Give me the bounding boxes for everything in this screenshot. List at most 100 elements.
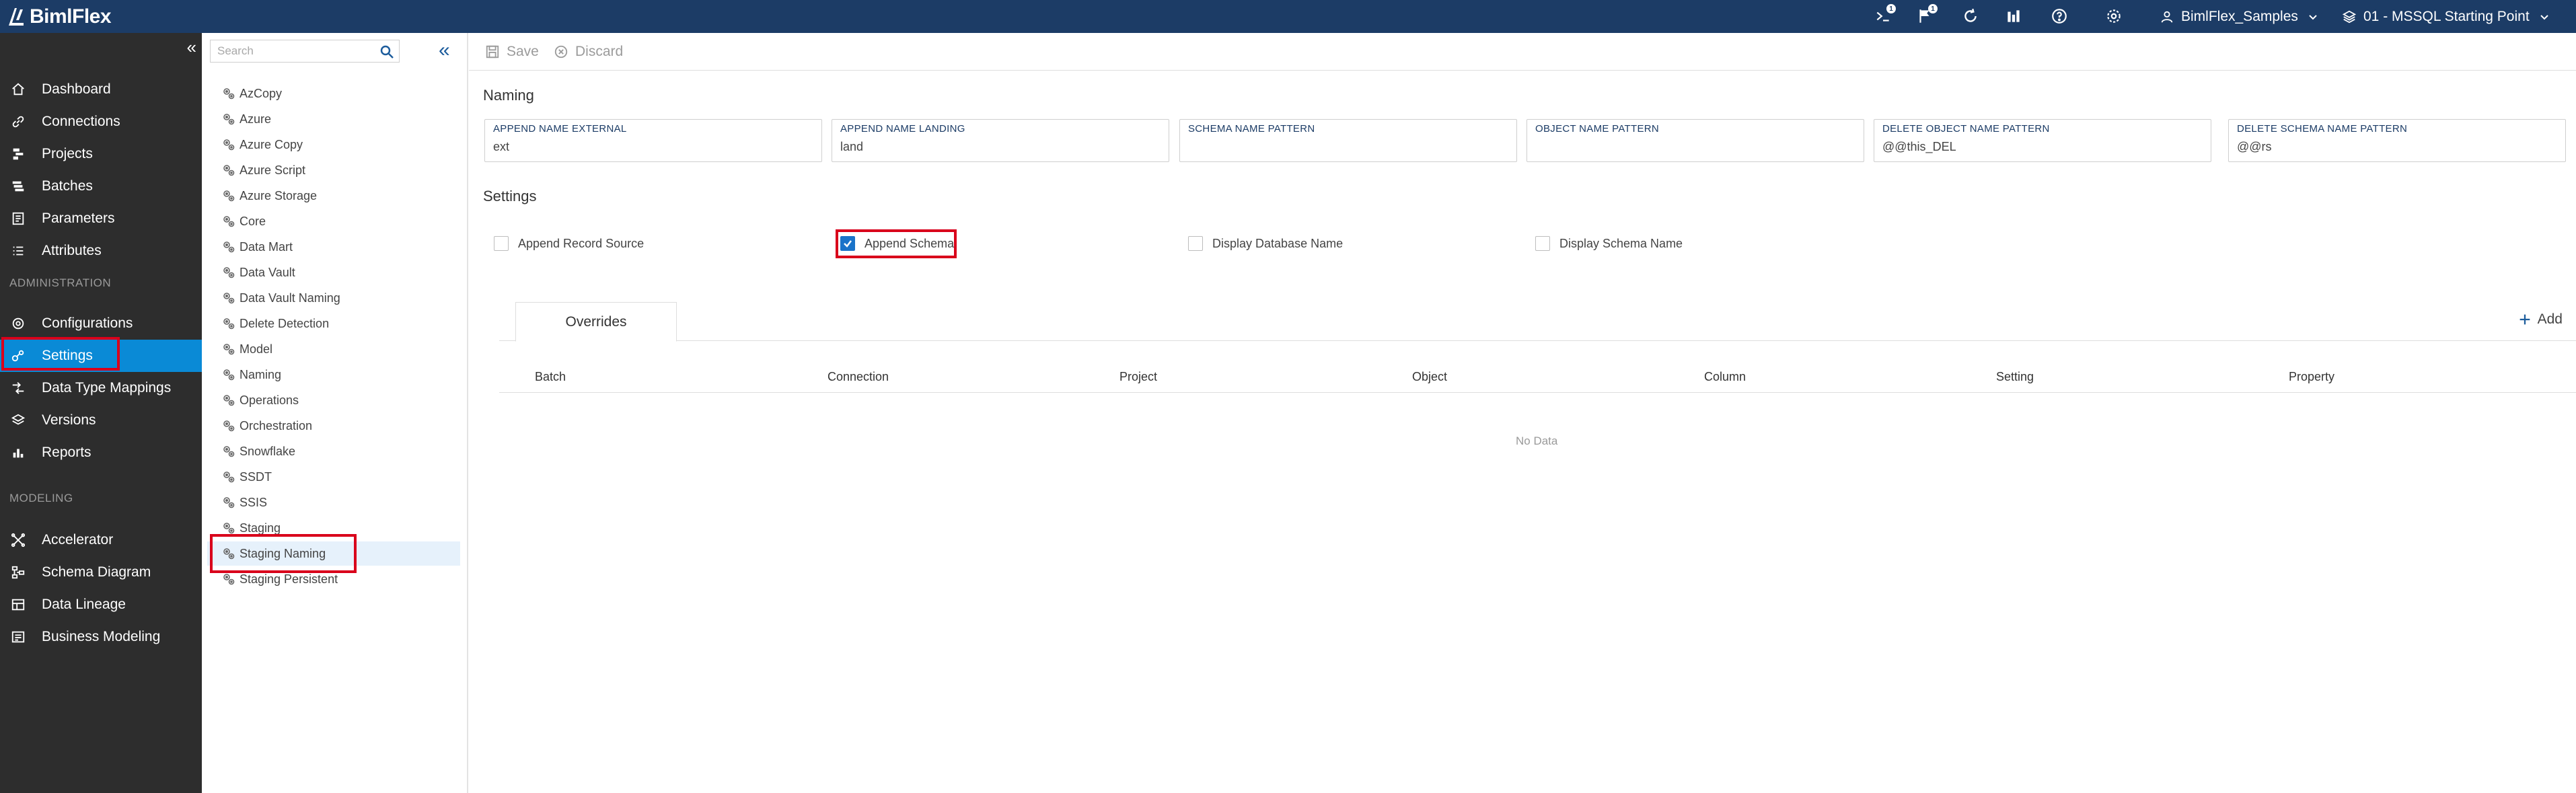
collapse-tree-icon[interactable]: «: [439, 40, 459, 61]
tree-item-azure-storage[interactable]: Azure Storage: [207, 184, 460, 208]
delete-schema-name-pattern-input[interactable]: [2237, 140, 2553, 154]
flags-button[interactable]: 1: [1915, 4, 1938, 26]
add-override-button[interactable]: Add: [2517, 311, 2563, 328]
settings-group-icon: [223, 318, 235, 330]
column-header-connection[interactable]: Connection: [827, 370, 889, 384]
empty-grid-message: No Data: [1516, 435, 1558, 447]
tree-item-data-vault-naming[interactable]: Data Vault Naming: [207, 286, 460, 310]
settings-group-icon: [223, 574, 235, 585]
settings-tree-panel: « AzCopyAzureAzure CopyAzure ScriptAzure…: [202, 33, 468, 793]
settings-group-icon: [223, 497, 235, 508]
tree-item-operations[interactable]: Operations: [207, 388, 460, 412]
tree-item-azcopy[interactable]: AzCopy: [207, 81, 460, 106]
home-icon: [12, 83, 24, 96]
checkbox-box[interactable]: [1535, 236, 1550, 251]
tree-item-ssis[interactable]: SSIS: [207, 490, 460, 515]
sidebar-item-schema-diagram[interactable]: Schema Diagram: [0, 556, 202, 589]
column-header-object[interactable]: Object: [1412, 370, 1447, 384]
column-header-column[interactable]: Column: [1704, 370, 1746, 384]
tree-item-azure-script[interactable]: Azure Script: [207, 158, 460, 182]
display-database-name-checkbox[interactable]: Display Database Name: [1187, 233, 1343, 254]
column-header-project[interactable]: Project: [1119, 370, 1157, 384]
preferences-button[interactable]: [2104, 6, 2124, 26]
append-name-landing-input[interactable]: [840, 140, 1156, 154]
sidebar-item-reports[interactable]: Reports: [0, 437, 202, 469]
tree-item-data-vault[interactable]: Data Vault: [207, 260, 460, 285]
collapse-sidebar-icon[interactable]: «: [187, 37, 196, 58]
section-administration: ADMINISTRATION: [9, 276, 112, 289]
object-name-pattern-field[interactable]: OBJECT NAME PATTERN: [1526, 119, 1864, 162]
sidebar-item-versions[interactable]: Versions: [0, 404, 202, 437]
gear-icon: [2107, 9, 2121, 23]
settings-group-icon: [223, 523, 235, 534]
save-button[interactable]: Save: [485, 33, 539, 71]
schema-name-pattern-field[interactable]: SCHEMA NAME PATTERN: [1179, 119, 1517, 162]
sidebar-item-configurations[interactable]: Configurations: [0, 307, 202, 340]
sidebar-item-batches[interactable]: Batches: [0, 170, 202, 202]
customer-name: BimlFlex_Samples: [2181, 8, 2298, 24]
tree-item-azure-copy[interactable]: Azure Copy: [207, 133, 460, 157]
search-icon[interactable]: [379, 44, 395, 60]
tree-item-orchestration[interactable]: Orchestration: [207, 414, 460, 438]
overrides-grid-header: Batch Connection Project Object Column S…: [499, 366, 2576, 393]
delete-schema-name-pattern-field[interactable]: DELETE SCHEMA NAME PATTERN: [2228, 119, 2566, 162]
sidebar-item-connections[interactable]: Connections: [0, 106, 202, 138]
display-schema-name-checkbox[interactable]: Display Schema Name: [1534, 233, 1683, 254]
schema-name-pattern-input[interactable]: [1188, 140, 1504, 154]
append-name-landing-field[interactable]: APPEND NAME LANDING: [832, 119, 1169, 162]
tree-item-ssdt[interactable]: SSDT: [207, 465, 460, 489]
bimlflex-logo-icon: [7, 7, 26, 27]
tree-item-core[interactable]: Core: [207, 209, 460, 233]
sidebar-item-projects[interactable]: Projects: [0, 138, 202, 170]
settings-group-icon: [223, 190, 235, 202]
sidebar-item-business-modeling[interactable]: Business Modeling: [0, 621, 202, 653]
user-icon: [2161, 11, 2173, 23]
data-type-mappings-icon: [12, 382, 24, 394]
link-icon: [12, 116, 24, 128]
sidebar-item-attributes[interactable]: Attributes: [0, 235, 202, 267]
versions-icon: [11, 414, 26, 425]
sidebar-item-accelerator[interactable]: Accelerator: [0, 524, 202, 556]
settings-group-icon: [223, 241, 235, 253]
tab-overrides[interactable]: Overrides: [515, 302, 677, 342]
settings-section-title: Settings: [483, 188, 537, 204]
flags-badge: 1: [1928, 4, 1938, 13]
append-schema-highlight-box: [836, 229, 957, 258]
help-button[interactable]: [2049, 6, 2069, 26]
tree-item-data-mart[interactable]: Data Mart: [207, 235, 460, 259]
terminal-notifications-button[interactable]: 1: [1873, 4, 1896, 26]
schema-diagram-icon: [11, 566, 25, 579]
delete-object-name-pattern-field[interactable]: DELETE OBJECT NAME PATTERN: [1874, 119, 2211, 162]
column-header-property[interactable]: Property: [2289, 370, 2334, 384]
settings-group-icon: [223, 369, 235, 381]
append-name-external-field[interactable]: APPEND NAME EXTERNAL: [484, 119, 822, 162]
analytics-button[interactable]: [2003, 6, 2024, 26]
settings-group-icon: [223, 395, 235, 406]
object-name-pattern-input[interactable]: [1535, 140, 1851, 154]
search-input[interactable]: [211, 44, 372, 58]
delete-object-name-pattern-input[interactable]: [1882, 140, 2199, 154]
sidebar-item-data-lineage[interactable]: Data Lineage: [0, 589, 202, 621]
customer-selector[interactable]: BimlFlex_Samples: [2160, 0, 2318, 33]
append-name-external-input[interactable]: [493, 140, 809, 154]
checkbox-box[interactable]: [1188, 236, 1203, 251]
append-record-source-checkbox[interactable]: Append Record Source: [492, 233, 644, 254]
refresh-button[interactable]: [1960, 6, 1981, 26]
tree-item-naming[interactable]: Naming: [207, 363, 460, 387]
settings-group-icon: [223, 446, 235, 457]
discard-button[interactable]: Discard: [554, 33, 623, 71]
column-header-setting[interactable]: Setting: [1996, 370, 2034, 384]
checkbox-box[interactable]: [494, 236, 509, 251]
tree-item-delete-detection[interactable]: Delete Detection: [207, 311, 460, 336]
version-selector[interactable]: 01 - MSSQL Starting Point: [2342, 0, 2550, 33]
sidebar-item-dashboard[interactable]: Dashboard: [0, 73, 202, 106]
tree-item-snowflake[interactable]: Snowflake: [207, 439, 460, 463]
sidebar-item-parameters[interactable]: Parameters: [0, 202, 202, 235]
column-header-batch[interactable]: Batch: [535, 370, 566, 384]
app-logo[interactable]: BimlFlex: [7, 0, 112, 33]
sidebar-item-data-type-mappings[interactable]: Data Type Mappings: [0, 372, 202, 404]
settings-group-icon: [223, 114, 235, 125]
settings-group-icon: [223, 165, 235, 176]
tree-item-model[interactable]: Model: [207, 337, 460, 361]
tree-item-azure[interactable]: Azure: [207, 107, 460, 131]
